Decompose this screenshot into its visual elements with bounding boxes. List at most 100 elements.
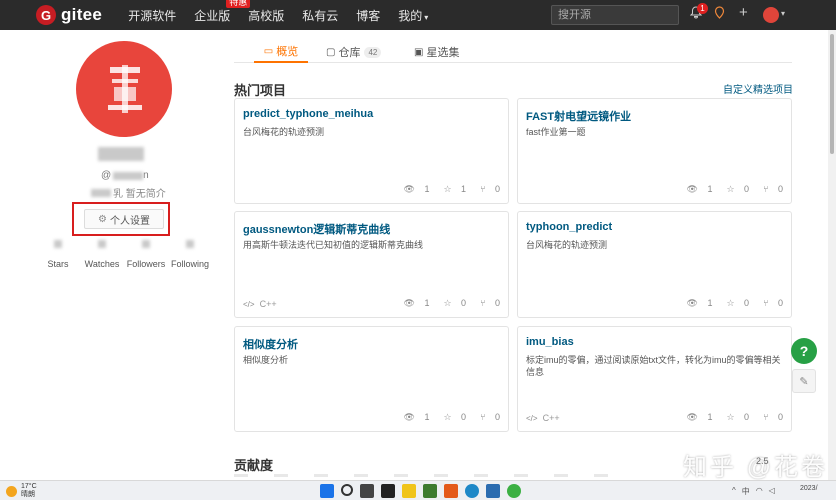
nav-enterprise[interactable]: 企业版 特惠 xyxy=(194,0,251,24)
scrollbar-thumb[interactable] xyxy=(830,34,834,154)
project-description: 台风梅花的轨迹预测 xyxy=(243,127,325,137)
project-title[interactable]: 相似度分析 xyxy=(243,336,298,352)
task-view-icon[interactable] xyxy=(360,484,374,498)
watch-count[interactable]: 👁 1 xyxy=(396,412,429,423)
eye-icon: 👁 xyxy=(686,184,698,194)
nav-label: 高校版 xyxy=(248,8,285,23)
speaker-icon[interactable]: ◁ xyxy=(769,486,775,497)
gitee-logo-icon: G xyxy=(36,5,56,25)
personal-settings-button[interactable]: ⚙ 个人设置 xyxy=(84,209,164,229)
star-count[interactable]: ☆ 0 xyxy=(719,412,749,423)
handle-suffix: n xyxy=(143,170,149,181)
star-count[interactable]: ☆ 0 xyxy=(719,298,749,309)
feedback-button[interactable]: ✎ xyxy=(792,369,816,393)
pin-icon-svg xyxy=(714,6,725,19)
nav-label: 开源软件 xyxy=(128,8,177,23)
user-avatar-small[interactable] xyxy=(763,7,779,23)
edge-browser-icon[interactable] xyxy=(465,484,479,498)
project-card[interactable]: FAST射电望远镜作业 fast作业第一题 👁 1 ☆ 0 ⑂ 0 xyxy=(517,98,792,204)
project-title[interactable]: predict_typhone_meihua xyxy=(243,108,373,120)
bell-icon[interactable]: 1 xyxy=(689,3,708,24)
project-card[interactable]: 相似度分析 相似度分析 👁 1 ☆ 0 ⑂ 0 xyxy=(234,326,509,432)
fork-value: 0 xyxy=(777,184,783,194)
project-title[interactable]: imu_bias xyxy=(526,336,574,348)
star-count[interactable]: ☆ 0 xyxy=(436,298,466,309)
project-title[interactable]: FAST射电望远镜作业 xyxy=(526,108,631,124)
code-icon: </> xyxy=(526,414,538,423)
windows-start-icon[interactable] xyxy=(320,484,334,498)
star-count[interactable]: ☆ 1 xyxy=(436,184,466,195)
search-input[interactable] xyxy=(551,5,679,25)
fork-count[interactable]: ⑂ 0 xyxy=(756,184,783,195)
nav-label: 私有云 xyxy=(302,8,339,23)
nav-label: 企业版 xyxy=(194,8,231,23)
watch-count[interactable]: 👁 1 xyxy=(679,184,712,195)
watch-count[interactable]: 👁 1 xyxy=(679,412,712,423)
tab-repositories[interactable]: ▢ 仓库 42 xyxy=(326,41,382,63)
star-count[interactable]: ☆ 0 xyxy=(436,412,466,423)
system-clock[interactable]: 2023/ xyxy=(800,485,818,492)
nav-education[interactable]: 高校版 xyxy=(248,7,284,24)
minecraft-icon[interactable] xyxy=(423,484,437,498)
project-card[interactable]: predict_typhone_meihua 台风梅花的轨迹预测 👁 1 ☆ 1… xyxy=(234,98,509,204)
promo-badge: 特惠 xyxy=(226,0,251,8)
overview-icon: ▭ xyxy=(263,45,274,57)
chevron-down-icon[interactable]: ▾ xyxy=(781,9,785,18)
edit-icon: ✎ xyxy=(799,375,809,388)
app-icon[interactable] xyxy=(486,484,500,498)
customize-featured-link[interactable]: 自定义精选项目 xyxy=(703,81,793,96)
contribution-tick xyxy=(474,474,488,477)
input-language[interactable]: 中 xyxy=(742,486,750,497)
fork-count[interactable]: ⑂ 0 xyxy=(473,298,500,309)
fork-count[interactable]: ⑂ 0 xyxy=(473,184,500,195)
watch-count[interactable]: 👁 1 xyxy=(679,298,712,309)
repo-count-badge: 42 xyxy=(364,46,382,58)
stat-following[interactable]: Following xyxy=(162,240,218,269)
watch-value: 1 xyxy=(707,412,713,422)
chevron-up-icon[interactable]: ^ xyxy=(732,486,736,497)
file-explorer-icon[interactable] xyxy=(402,484,416,498)
zoom-indicator: 2.5 xyxy=(756,456,769,466)
language-label: C++ xyxy=(542,413,560,423)
fork-value: 0 xyxy=(777,412,783,422)
fork-count[interactable]: ⑂ 0 xyxy=(756,298,783,309)
project-card[interactable]: imu_bias 标定imu的零偏，通过阅读原始txt文件，转化为imu的零偏等… xyxy=(517,326,792,432)
gitee-logo[interactable]: G gitee xyxy=(36,5,102,25)
fork-count[interactable]: ⑂ 0 xyxy=(473,412,500,423)
eye-icon: 👁 xyxy=(403,412,415,422)
nav-blog[interactable]: 博客 xyxy=(356,7,380,24)
help-button[interactable]: ? xyxy=(791,338,817,364)
stat-count-blurred xyxy=(54,240,62,248)
nav-private-cloud[interactable]: 私有云 xyxy=(302,7,338,24)
collection-icon: ▣ xyxy=(414,46,424,58)
watch-count[interactable]: 👁 1 xyxy=(396,184,429,195)
code-icon: </> xyxy=(243,300,255,309)
nav-mine[interactable]: 我的 ▾ xyxy=(398,7,428,24)
project-title[interactable]: typhoon_predict xyxy=(526,221,612,233)
star-value: 0 xyxy=(461,412,467,422)
project-card[interactable]: gaussnewton逻辑斯蒂克曲线 用高斯牛顿法迭代已知初值的逻辑斯蒂克曲线 … xyxy=(234,211,509,318)
location-pin-icon[interactable] xyxy=(714,6,725,24)
star-value: 0 xyxy=(744,184,750,194)
search-icon[interactable] xyxy=(341,484,353,496)
nav-open-source[interactable]: 开源软件 xyxy=(128,7,176,24)
plus-icon[interactable]: + xyxy=(739,4,748,22)
wifi-icon[interactable]: ◠ xyxy=(756,486,763,497)
matlab-icon[interactable] xyxy=(444,484,458,498)
project-card[interactable]: typhoon_predict 台风梅花的轨迹预测 👁 1 ☆ 0 ⑂ 0 xyxy=(517,211,792,318)
weather-widget[interactable]: 17°C 晴朗 xyxy=(6,483,37,499)
fork-count[interactable]: ⑂ 0 xyxy=(756,412,783,423)
notification-count: 1 xyxy=(697,3,708,14)
project-title[interactable]: gaussnewton逻辑斯蒂克曲线 xyxy=(243,221,390,237)
star-value: 1 xyxy=(461,184,467,194)
tab-overview[interactable]: ▭ 概览 xyxy=(254,41,308,63)
project-description: fast作业第一题 xyxy=(526,127,586,137)
contributions-title: 贡献度 xyxy=(234,458,274,473)
profile-avatar[interactable] xyxy=(76,41,172,137)
temperature: 17°C xyxy=(21,483,37,490)
terminal-app-icon[interactable] xyxy=(381,484,395,498)
tab-collections[interactable]: ▣ 星选集 xyxy=(414,41,459,63)
star-count[interactable]: ☆ 0 xyxy=(719,184,749,195)
wechat-icon[interactable] xyxy=(507,484,521,498)
watch-count[interactable]: 👁 1 xyxy=(396,298,429,309)
